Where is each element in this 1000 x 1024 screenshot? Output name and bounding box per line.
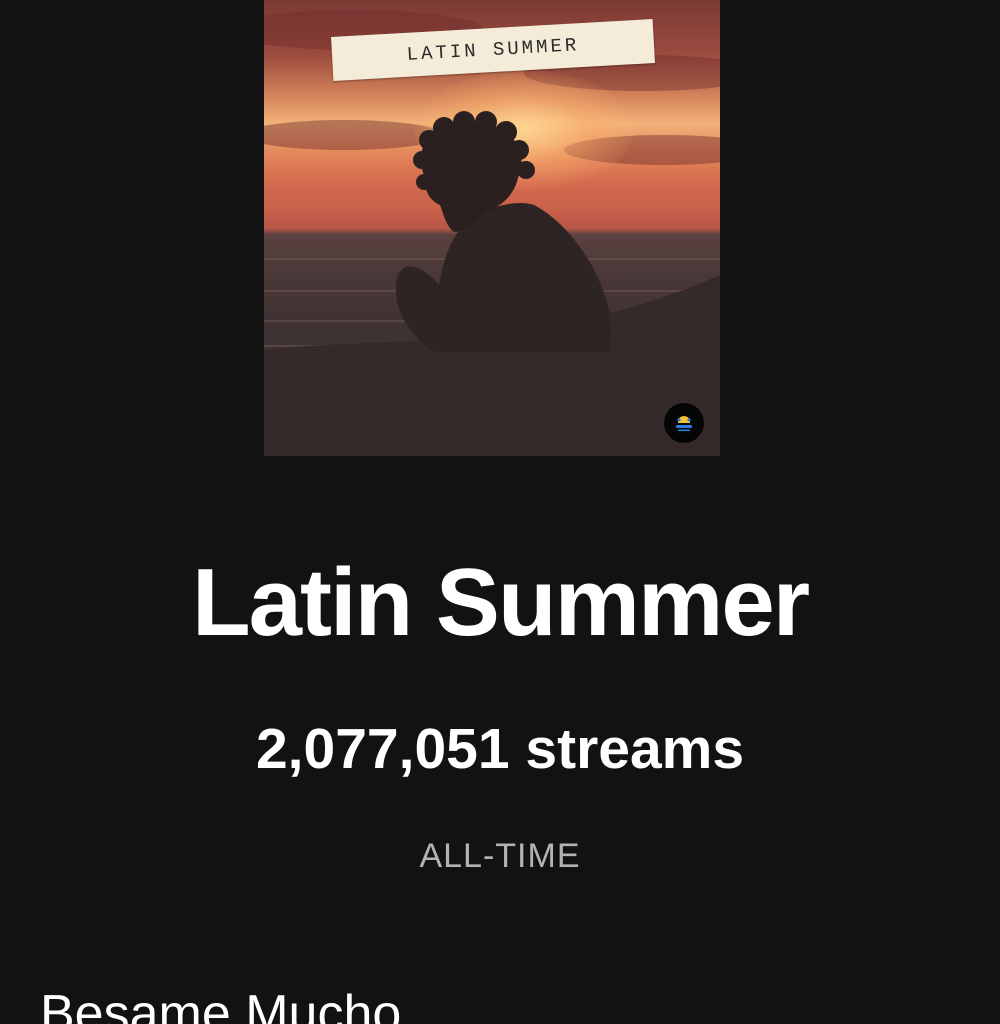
album-cover-art[interactable]: LATIN SUMMER (264, 0, 720, 456)
track-name[interactable]: Besame Mucho (40, 982, 401, 1024)
album-stats-screen: LATIN SUMMER Latin Summer 2,077,051 stre… (0, 0, 1000, 1024)
label-logo-glyph (676, 416, 692, 432)
label-logo-icon (664, 403, 704, 443)
stream-count: 2,077,051 streams (255, 717, 745, 781)
time-period-label[interactable]: ALL-TIME (0, 834, 1000, 878)
cover-title-text: LATIN SUMMER (406, 34, 580, 66)
album-title: Latin Summer (191, 549, 810, 656)
